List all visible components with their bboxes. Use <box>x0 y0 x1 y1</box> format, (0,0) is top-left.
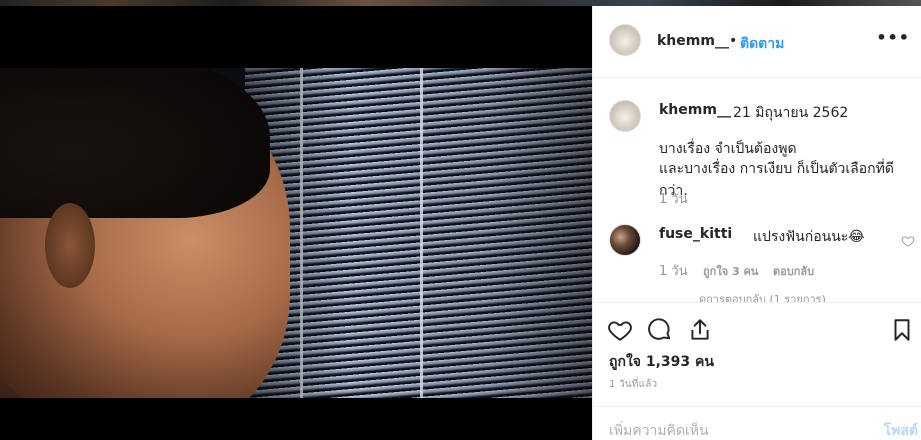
instagram-post-modal: khemm__ • ติดตาม ••• khemm__ 21 มิถุนายน… <box>0 0 921 440</box>
comment-age[interactable]: 1 วัน <box>659 260 688 281</box>
caption-avatar[interactable] <box>609 100 641 132</box>
reply-button[interactable]: ตอบกลับ <box>773 262 814 280</box>
add-comment-input[interactable]: เพิ่มความคิดเห็น <box>609 420 709 440</box>
ear <box>45 203 95 288</box>
add-comment-bar: เพิ่มความคิดเห็น โพสต์ <box>593 406 921 440</box>
more-options-icon[interactable]: ••• <box>876 28 910 47</box>
post-side-panel: khemm__ • ติดตาม ••• khemm__ 21 มิถุนายน… <box>592 6 921 440</box>
separator-dot: • <box>729 33 738 49</box>
caption-username[interactable]: khemm__ <box>659 102 731 118</box>
commenter-avatar[interactable] <box>609 224 641 256</box>
photo-column <box>0 6 592 440</box>
bookmark-icon[interactable] <box>889 317 915 343</box>
comment-likes[interactable]: ถูกใจ 3 คน <box>703 262 758 280</box>
share-icon[interactable] <box>687 317 713 343</box>
comment-username[interactable]: fuse_kitti <box>659 226 732 242</box>
action-bar: ถูกใจ 1,393 คน 1 วันที่แล้ว <box>593 302 921 406</box>
comments-section: khemm__ 21 มิถุนายน 2562 บางเรื่อง จำเป็… <box>593 78 921 302</box>
owner-avatar[interactable] <box>609 24 641 56</box>
comment-like-icon[interactable] <box>901 234 915 248</box>
comment-icon[interactable] <box>647 317 673 343</box>
post-timestamp[interactable]: 1 วันที่แล้ว <box>609 377 657 392</box>
view-replies-link[interactable]: ดูการตอบกลับ (1 รายการ) <box>699 290 826 302</box>
comment-text: แปรงฟันก่อนนะ😂 <box>753 229 865 245</box>
caption-age[interactable]: 1 วัน <box>659 188 688 209</box>
blinds-shade <box>245 68 592 398</box>
likes-count[interactable]: ถูกใจ 1,393 คน <box>609 351 714 373</box>
post-photo[interactable] <box>0 68 592 398</box>
post-comment-button[interactable]: โพสต์ <box>884 420 918 440</box>
follow-button[interactable]: ติดตาม <box>740 33 784 55</box>
caption-line: และบางเรื่อง การเงียบ ก็เป็นตัวเลือกที่ด… <box>659 161 894 199</box>
heart-icon[interactable] <box>607 317 633 343</box>
owner-username[interactable]: khemm__ <box>657 33 729 49</box>
caption-date: 21 มิถุนายน 2562 <box>733 105 849 121</box>
post-header: khemm__ • ติดตาม ••• <box>593 6 921 78</box>
caption-line: บางเรื่อง จำเป็นต้องพูด <box>659 141 797 157</box>
hair <box>0 68 270 218</box>
